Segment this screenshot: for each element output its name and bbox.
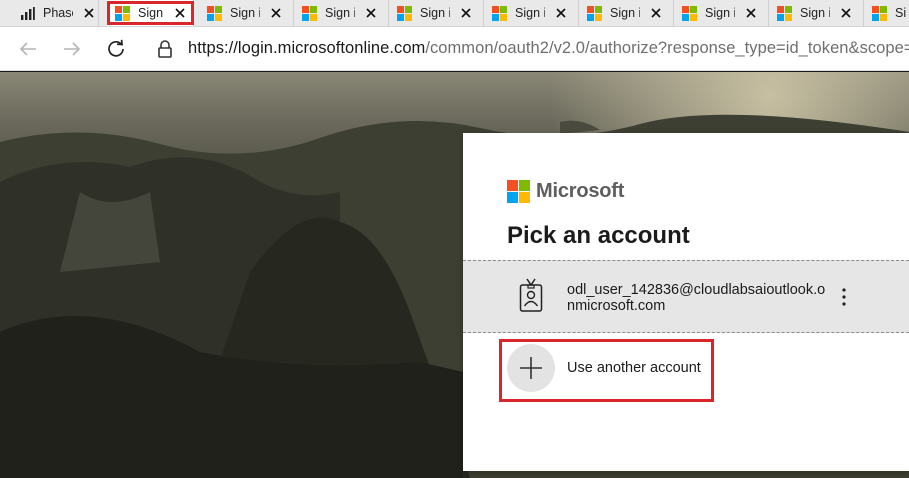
tab-label: Si [895,6,907,20]
use-another-account-label: Use another account [567,360,701,376]
close-icon[interactable] [648,5,664,21]
tab-strip: Phase Sign in Sign in Sign in Sign in Si… [0,0,909,27]
tab-label: Sign in [138,6,164,20]
microsoft-logo-icon [872,5,887,21]
sign-in-card: Microsoft Pick an account odl_user_14283… [463,133,909,471]
close-icon[interactable] [553,5,569,21]
lock-icon[interactable] [156,39,174,59]
microsoft-logo-icon [492,5,507,21]
tab-label: Sign in [800,6,830,20]
use-another-account-button[interactable]: Use another account [507,343,701,393]
brand-name: Microsoft [536,180,625,202]
tab-sign-in[interactable]: Sign in [674,0,769,26]
close-icon[interactable] [172,5,188,21]
tab-label: Sign in [705,6,735,20]
tab-sign-in[interactable]: Sign in [389,0,484,26]
refresh-button[interactable] [102,35,130,63]
tab-label: Sign in [420,6,450,20]
microsoft-logo-icon [207,5,222,21]
microsoft-logo-icon [777,5,792,21]
page-title: Pick an account [507,222,690,249]
refresh-icon [108,39,124,57]
microsoft-logo-icon [587,5,602,21]
tab-label: Sign in [515,6,545,20]
browser-toolbar: https://login.microsoftonline.com/common… [0,27,909,71]
microsoft-logo-icon [682,5,697,21]
microsoft-logo-icon [507,180,530,203]
microsoft-logo-icon [397,5,412,21]
microsoft-logo-icon [302,5,317,21]
tab-sign-in[interactable]: Sign in [294,0,389,26]
close-icon[interactable] [838,5,854,21]
tab-label: Sign in [610,6,640,20]
address-bar[interactable]: https://login.microsoftonline.com/common… [188,39,909,58]
tab-sign-in[interactable]: Sign in [199,0,294,26]
tab-label: Sign in [230,6,260,20]
badge-user-icon [519,277,543,313]
plus-icon [507,344,555,392]
tab-sign-in-active[interactable]: Sign in [107,0,194,26]
arrow-left-icon [19,42,36,56]
url-host: https://login.microsoftonline.com [188,39,426,57]
close-icon[interactable] [268,5,284,21]
back-button[interactable] [14,35,42,63]
tab-sign-in-partial[interactable]: Si [864,0,909,26]
microsoft-logo-icon [115,5,130,21]
url-path: /common/oauth2/v2.0/authorize?response_t… [425,39,909,57]
tab-label: Sign in [325,6,355,20]
tab-sign-in[interactable]: Sign in [769,0,864,26]
brand: Microsoft [507,180,624,203]
tab-label: Phase [43,6,73,20]
tab-phase[interactable]: Phase [12,0,99,26]
arrow-right-icon [64,42,81,56]
forward-button[interactable] [58,35,86,63]
close-icon[interactable] [743,5,759,21]
close-icon[interactable] [458,5,474,21]
more-options-icon[interactable] [833,285,855,309]
tab-sign-in[interactable]: Sign in [484,0,579,26]
close-icon[interactable] [363,5,379,21]
account-email: odl_user_142836@cloudlabsaioutlook.onmic… [567,282,826,314]
close-icon[interactable] [81,5,97,21]
bar-chart-icon [20,6,35,21]
account-tile[interactable]: odl_user_142836@cloudlabsaioutlook.onmic… [463,260,909,333]
tab-sign-in[interactable]: Sign in [579,0,674,26]
